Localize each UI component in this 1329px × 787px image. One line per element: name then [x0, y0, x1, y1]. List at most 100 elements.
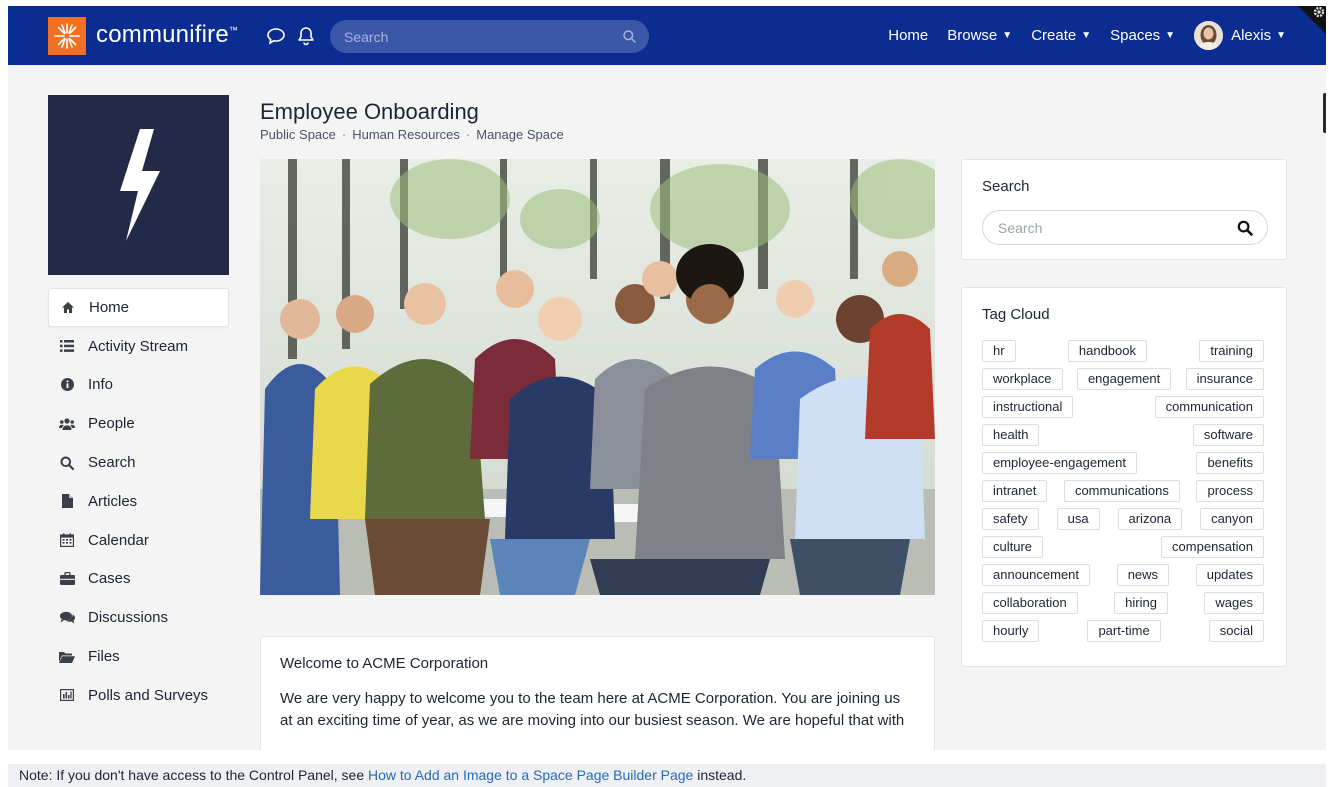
sidebar-item-activity-stream[interactable]: Activity Stream [48, 327, 229, 366]
tag-usa[interactable]: usa [1056, 508, 1100, 530]
home-icon [60, 299, 76, 315]
folder-icon [59, 649, 75, 665]
tag-software[interactable]: software [1192, 424, 1264, 446]
note-text-suffix: instead. [693, 767, 747, 783]
search-widget: Search [961, 159, 1287, 260]
footnote: Note: If you don't have access to the Co… [8, 764, 1326, 787]
global-search-input[interactable] [344, 20, 614, 53]
search-icon[interactable] [1237, 220, 1253, 236]
sidebar-item-label: People [88, 415, 135, 433]
tag-communications[interactable]: communications [1063, 480, 1180, 502]
search-icon [59, 455, 75, 471]
sidebar-item-polls-and-surveys[interactable]: Polls and Surveys [48, 676, 229, 715]
tag-updates[interactable]: updates [1195, 564, 1264, 586]
user-menu[interactable]: Alexis ▼ [1194, 21, 1286, 50]
note-link[interactable]: How to Add an Image to a Space Page Buil… [368, 767, 693, 783]
tag-benefits[interactable]: benefits [1196, 452, 1264, 474]
tag-engagement[interactable]: engagement [1076, 368, 1172, 390]
tag-row: safety usa arizona canyon [982, 508, 1264, 530]
sidebar-item-files[interactable]: Files [48, 637, 229, 676]
breadcrumb-manage-space[interactable]: Manage Space [476, 127, 563, 142]
sidebar-item-label: Home [89, 298, 130, 316]
tag-hiring[interactable]: hiring [1114, 592, 1168, 614]
tag-canyon[interactable]: canyon [1200, 508, 1264, 530]
tag-instructional[interactable]: instructional [982, 396, 1074, 418]
breadcrumb-public-space[interactable]: Public Space [260, 127, 336, 142]
document-icon [59, 493, 75, 509]
tag-employee-engagement[interactable]: employee-engagement [982, 452, 1137, 474]
tag-compensation[interactable]: compensation [1161, 536, 1264, 558]
sidebar-item-search[interactable]: Search [48, 443, 229, 482]
sidebar-item-label: Activity Stream [88, 337, 189, 355]
tag-culture[interactable]: culture [982, 536, 1044, 558]
scrollbar-thumb[interactable] [1323, 93, 1326, 133]
welcome-body: We are very happy to welcome you to the … [280, 690, 905, 729]
nav-create[interactable]: Create ▼ [1031, 27, 1091, 44]
tag-row: employee-engagement benefits [982, 452, 1264, 474]
tag-intranet[interactable]: intranet [982, 480, 1048, 502]
tag-communication[interactable]: communication [1154, 396, 1264, 418]
avatar[interactable] [1194, 21, 1224, 50]
sidebar-item-cases[interactable]: Cases [48, 560, 229, 599]
tag-process[interactable]: process [1196, 480, 1264, 502]
gear-icon[interactable] [1292, 6, 1326, 40]
sidebar-item-calendar[interactable]: Calendar [48, 521, 229, 560]
tag-row: culture compensation [982, 536, 1264, 558]
tag-wages[interactable]: wages [1204, 592, 1264, 614]
sidebar-item-articles[interactable]: Articles [48, 482, 229, 521]
nav-browse[interactable]: Browse ▼ [947, 27, 1012, 44]
tag-hourly[interactable]: hourly [982, 620, 1040, 642]
tag-cloud-widget: Tag Cloud hr handbook training workplace eng… [961, 287, 1287, 667]
note-text: Note: If you don't have access to the Co… [19, 767, 368, 783]
sidebar-item-label: Search [88, 454, 136, 472]
communifire-logo-icon[interactable] [48, 17, 86, 55]
bell-icon[interactable] [295, 25, 317, 47]
sidebar-item-label: Calendar [88, 531, 149, 549]
nav-spaces[interactable]: Spaces ▼ [1110, 27, 1175, 44]
tag-arizona[interactable]: arizona [1117, 508, 1183, 530]
chat-bubble-icon[interactable] [265, 25, 287, 47]
sidebar-item-discussions[interactable]: Discussions [48, 598, 229, 637]
tag-health[interactable]: health [982, 424, 1040, 446]
space-search-input[interactable] [998, 211, 1228, 244]
brand-name[interactable]: communifire™ [96, 21, 238, 49]
sidebar-item-info[interactable]: Info [48, 366, 229, 405]
top-nav-menu: Home Browse ▼ Create ▼ Spaces ▼ Alexis ▼ [869, 6, 1286, 65]
sidebar-item-people[interactable]: People [48, 404, 229, 443]
tag-training[interactable]: training [1199, 340, 1264, 362]
breadcrumb-human-resources[interactable]: Human Resources [352, 127, 460, 142]
global-search-box[interactable] [330, 20, 649, 53]
bar-chart-icon [59, 687, 75, 703]
caret-down-icon: ▼ [1165, 30, 1176, 41]
tag-row: announcement news updates [982, 564, 1264, 586]
sidebar-item-home[interactable]: Home [48, 288, 229, 327]
welcome-card: Welcome to ACME Corporation We are very … [260, 636, 935, 750]
sidebar-item-label: Files [88, 648, 120, 666]
tag-workplace[interactable]: workplace [982, 368, 1063, 390]
tag-handbook[interactable]: handbook [1067, 340, 1148, 362]
search-icon[interactable] [622, 29, 637, 44]
tag-insurance[interactable]: insurance [1185, 368, 1264, 390]
app-frame: communifire™ Home Browse▼ Create▼ Spaces… [8, 6, 1326, 750]
briefcase-icon [59, 571, 75, 587]
tag-collaboration[interactable]: collaboration [982, 592, 1078, 614]
people-icon [59, 416, 75, 432]
tag-announcement[interactable]: announcement [982, 564, 1091, 586]
nav-home[interactable]: Home [888, 27, 928, 44]
tag-row: instructional communication [982, 396, 1264, 418]
tag-news[interactable]: news [1116, 564, 1170, 586]
tag-safety[interactable]: safety [982, 508, 1039, 530]
list-icon [59, 338, 75, 354]
tag-hr[interactable]: hr [982, 340, 1016, 362]
tag-part-time[interactable]: part-time [1087, 620, 1161, 642]
space-logo[interactable] [48, 95, 229, 275]
tag-social[interactable]: social [1208, 620, 1264, 642]
info-icon [59, 377, 75, 393]
tag-row: collaboration hiring wages [982, 592, 1264, 614]
calendar-icon [59, 532, 75, 548]
top-navigation-bar: communifire™ Home Browse▼ Create▼ Spaces… [8, 6, 1326, 65]
space-search-box[interactable] [982, 210, 1268, 245]
caret-down-icon: ▼ [1081, 30, 1092, 41]
hero-image [260, 159, 935, 595]
tag-row: workplace engagement insurance [982, 368, 1264, 390]
